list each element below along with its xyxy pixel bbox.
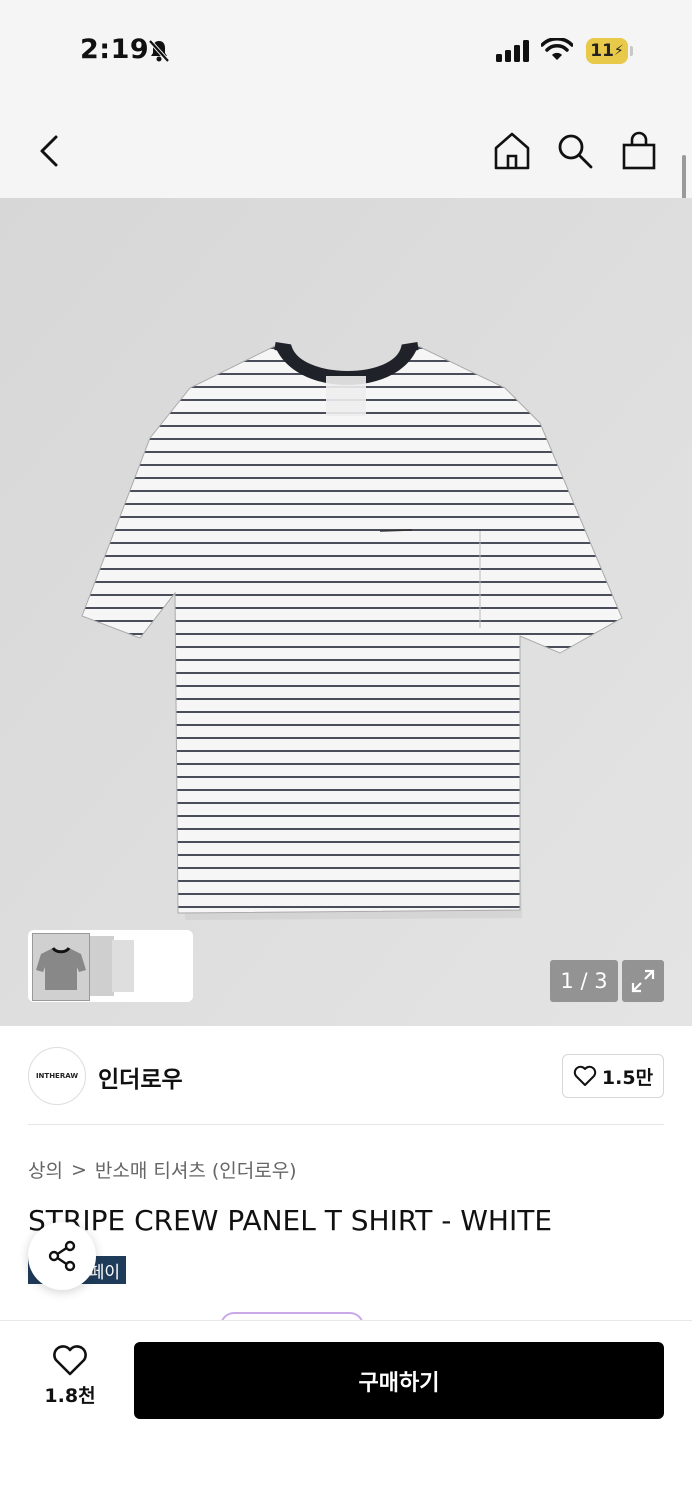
share-button[interactable] [28, 1222, 96, 1290]
bell-muted-icon [146, 38, 172, 68]
battery-level: 11 [590, 41, 614, 61]
image-counter: 1 / 3 [550, 960, 618, 1002]
brand-name[interactable]: 인더로우 [98, 1060, 183, 1094]
wishlist-button[interactable]: 1.8천 [30, 1345, 110, 1415]
search-button[interactable] [552, 128, 598, 174]
battery-tip [630, 46, 633, 56]
brand-like-button[interactable]: 1.5만 [562, 1054, 664, 1098]
breadcrumb: 상의 > 반소매 티셔츠 (인더로우) [28, 1156, 297, 1183]
breadcrumb-category[interactable]: 상의 [28, 1156, 63, 1183]
home-button[interactable] [489, 128, 535, 174]
wifi-icon [540, 37, 574, 66]
wishlist-count: 1.8천 [44, 1385, 96, 1407]
thumbnail-image-3[interactable] [112, 940, 134, 992]
product-title: STRIPE CREW PANEL T SHIRT - WHITE [28, 1204, 553, 1237]
cart-button[interactable] [616, 128, 662, 174]
shopping-bag-icon [622, 131, 656, 170]
brand-logo[interactable]: INTHERAW [28, 1047, 86, 1105]
brand-like-count: 1.5만 [601, 1066, 654, 1089]
breadcrumb-subcategory[interactable]: 반소매 티셔츠 (인더로우) [95, 1156, 297, 1183]
product-image-gallery[interactable] [0, 198, 692, 1026]
heart-outline-icon [53, 1345, 87, 1376]
signal-icon [496, 40, 532, 66]
battery-indicator: 11 ⚡ [586, 38, 628, 64]
heart-icon [573, 1065, 597, 1086]
thumbnail-image-2[interactable] [90, 936, 114, 996]
share-icon [48, 1240, 76, 1272]
expand-image-button[interactable] [622, 960, 664, 1002]
charging-bolt-icon: ⚡ [613, 43, 624, 59]
home-icon [494, 132, 530, 170]
thumbnail-image-1[interactable] [32, 933, 90, 1001]
expand-icon [631, 969, 655, 993]
brand-logo-text: INTHERAW [35, 1072, 79, 1080]
search-icon [558, 134, 593, 169]
buy-button[interactable]: 구매하기 [134, 1342, 664, 1419]
status-time: 2:19 [80, 34, 150, 65]
back-button[interactable] [26, 128, 72, 174]
breadcrumb-separator: > [70, 1158, 87, 1181]
section-divider [28, 1124, 664, 1125]
chevron-left-icon [40, 135, 58, 167]
product-image [0, 198, 692, 1026]
